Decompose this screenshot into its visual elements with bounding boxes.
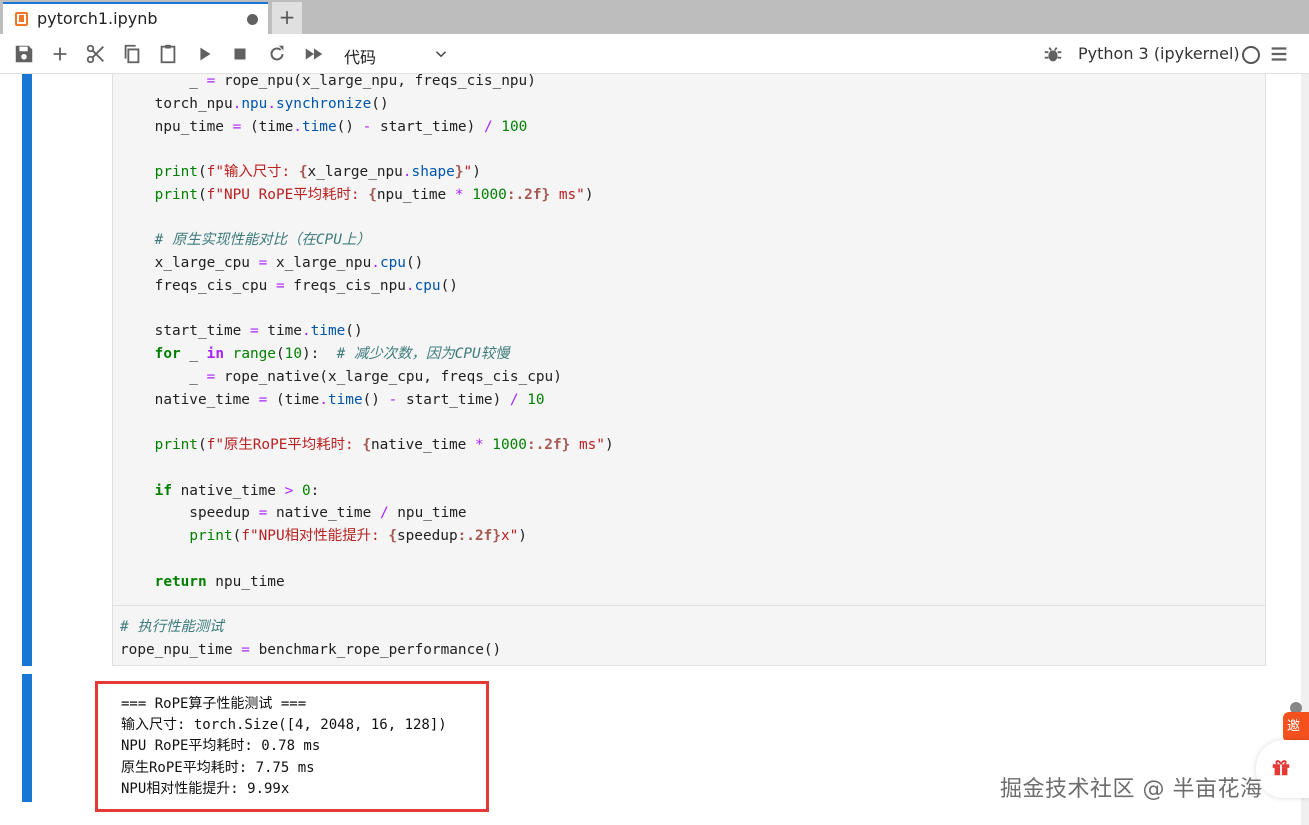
- tab-bar: pytorch1.ipynb +: [0, 0, 1309, 34]
- paste-icon[interactable]: [157, 43, 179, 65]
- invite-button[interactable]: 邀请: [1283, 712, 1309, 742]
- cut-icon[interactable]: [85, 43, 107, 65]
- code-line: print(f"NPU相对性能提升: {speedup:.2f}x"): [189, 528, 527, 544]
- kernel-name[interactable]: Python 3 (ipykernel): [1078, 44, 1240, 63]
- output-line: 输入尺寸: torch.Size([4, 2048, 16, 128]): [121, 717, 447, 734]
- fast-forward-icon[interactable]: [303, 43, 325, 65]
- restart-icon[interactable]: [266, 43, 288, 65]
- output-line: NPU相对性能提升: 9.99x: [121, 780, 290, 797]
- code-line: x_large_cpu = x_large_npu.cpu(): [120, 255, 424, 271]
- unsaved-dot-icon[interactable]: [247, 14, 258, 25]
- output-collapser[interactable]: [22, 674, 32, 802]
- run-icon[interactable]: [194, 43, 216, 65]
- watermark: 掘金技术社区 @ 半亩花海: [1000, 777, 1263, 802]
- code-cell-source[interactable]: _ = rope_npu(x_large_npu, freqs_cis_npu)…: [120, 70, 614, 662]
- code-line: npu_time = (time.time() - start_time) / …: [120, 118, 528, 135]
- notebook-tab[interactable]: pytorch1.ipynb: [3, 2, 268, 34]
- code-line: print(f"NPU RoPE平均耗时: {npu_time * 1000:.…: [154, 186, 594, 203]
- add-cell-icon[interactable]: [49, 43, 71, 65]
- code-line: _ = rope_native(x_large_cpu, freqs_cis_c…: [120, 368, 562, 385]
- code-line: rope_npu_time = benchmark_rope_performan…: [120, 641, 502, 658]
- stop-icon[interactable]: [229, 43, 251, 65]
- code-line: print(f"原生RoPE平均耗时: {native_time * 1000:…: [154, 437, 614, 453]
- notebook-panel: _ = rope_npu(x_large_npu, freqs_cis_npu)…: [0, 73, 1309, 825]
- menu-icon[interactable]: [1268, 43, 1290, 65]
- debugger-bug-icon[interactable]: [1042, 43, 1064, 65]
- code-line: start_time = time.time(): [120, 323, 363, 340]
- output-line: === RoPE算子性能测试 ===: [121, 696, 307, 712]
- copy-icon[interactable]: [121, 43, 143, 65]
- code-line: speedup = native_time / npu_time: [120, 505, 467, 522]
- code-line: return npu_time: [154, 573, 285, 590]
- code-line: freqs_cis_cpu = freqs_cis_npu.cpu(): [120, 277, 458, 294]
- kernel-status-icon: [1242, 46, 1260, 64]
- gift-icon: [1272, 760, 1290, 776]
- chevron-down-icon[interactable]: [432, 45, 450, 63]
- code-line: print(f"输入尺寸: {x_large_npu.shape}"): [154, 164, 481, 180]
- new-tab-button[interactable]: +: [272, 2, 302, 34]
- tab-title: pytorch1.ipynb: [37, 9, 158, 28]
- notebook-toolbar: 代码 Python 3 (ipykernel): [0, 34, 1309, 74]
- code-line: native_time = (time.time() - start_time)…: [120, 391, 545, 408]
- output-line: NPU RoPE平均耗时: 0.78 ms: [121, 738, 321, 755]
- cell-type-select[interactable]: 代码: [344, 44, 376, 68]
- code-line: if native_time > 0:: [154, 482, 320, 499]
- code-cell-collapser[interactable]: [22, 74, 32, 666]
- save-icon[interactable]: [13, 43, 35, 65]
- code-line: # 原生实现性能对比（在CPU上）: [154, 232, 371, 249]
- code-line: for _ in range(10): # 减少次数，因为CPU较慢: [154, 346, 510, 362]
- notebook-icon: [15, 12, 28, 26]
- output-line: 原生RoPE平均耗时: 7.75 ms: [121, 759, 315, 776]
- code-line: torch_npu.npu.synchronize(): [120, 95, 389, 112]
- gift-widget[interactable]: [1256, 740, 1309, 798]
- code-line: _ = rope_npu(x_large_npu, freqs_cis_npu): [120, 73, 536, 89]
- code-line: # 执行性能测试: [120, 619, 224, 635]
- cell-output: === RoPE算子性能测试 === 输入尺寸: torch.Size([4, …: [121, 694, 447, 800]
